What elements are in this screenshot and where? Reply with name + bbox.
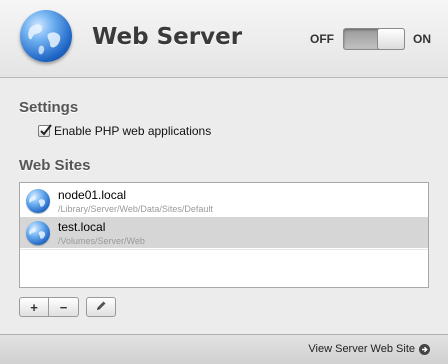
site-row[interactable]: node01.local /Library/Server/Web/Data/Si… xyxy=(20,185,428,216)
arrow-circle-icon[interactable] xyxy=(419,343,430,355)
remove-site-button[interactable]: − xyxy=(48,297,79,317)
toggle-knob[interactable] xyxy=(377,28,405,50)
toggle-on-label: ON xyxy=(413,32,431,46)
site-name: test.local xyxy=(58,220,106,234)
site-path: /Volumes/Server/Web xyxy=(58,236,145,246)
service-toggle[interactable] xyxy=(343,28,405,50)
header: Web Server OFF ON xyxy=(0,0,448,78)
globe-icon xyxy=(20,10,72,62)
edit-site-button[interactable] xyxy=(86,297,116,317)
settings-heading: Settings xyxy=(19,99,79,116)
view-server-web-site-link[interactable]: View Server Web Site xyxy=(308,343,430,355)
globe-icon xyxy=(26,221,50,245)
web-sites-list[interactable]: node01.local /Library/Server/Web/Data/Si… xyxy=(19,182,429,288)
add-site-button[interactable]: + xyxy=(19,297,49,317)
site-row[interactable]: test.local /Volumes/Server/Web xyxy=(20,217,428,248)
view-server-web-site-label[interactable]: View Server Web Site xyxy=(308,343,415,355)
web-sites-heading: Web Sites xyxy=(19,157,91,174)
pencil-icon xyxy=(95,300,107,315)
list-divider xyxy=(20,249,428,250)
site-path: /Library/Server/Web/Data/Sites/Default xyxy=(58,204,213,214)
toggle-off-label: OFF xyxy=(310,32,334,46)
php-checkbox[interactable] xyxy=(38,124,52,137)
page-title: Web Server xyxy=(92,24,243,50)
php-checkbox-row[interactable]: Enable PHP web applications xyxy=(38,124,211,138)
site-name: node01.local xyxy=(58,188,127,202)
globe-icon xyxy=(26,189,50,213)
php-checkbox-label[interactable]: Enable PHP web applications xyxy=(54,124,211,138)
footer: View Server Web Site xyxy=(0,334,448,364)
